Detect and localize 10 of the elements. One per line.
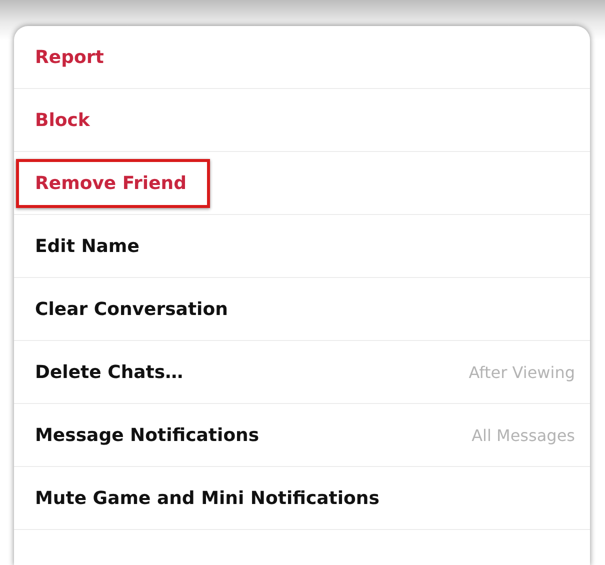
menu-item[interactable]: Delete Chats… bbox=[32, 354, 186, 390]
setting-value: All Messages bbox=[472, 426, 575, 444]
menu-item[interactable]: Clear Conversation bbox=[32, 292, 231, 326]
menu-item[interactable]: Report bbox=[32, 40, 107, 74]
menu-item[interactable]: Message Notifications bbox=[32, 418, 262, 452]
menu-item[interactable]: Block bbox=[32, 102, 93, 138]
menu-item[interactable]: Mute Game and Mini Notifications bbox=[32, 480, 382, 516]
setting-value: After Viewing bbox=[468, 362, 575, 382]
menu-item[interactable]: Edit Name bbox=[32, 228, 142, 264]
menu-item[interactable]: Remove Friend bbox=[16, 158, 210, 208]
